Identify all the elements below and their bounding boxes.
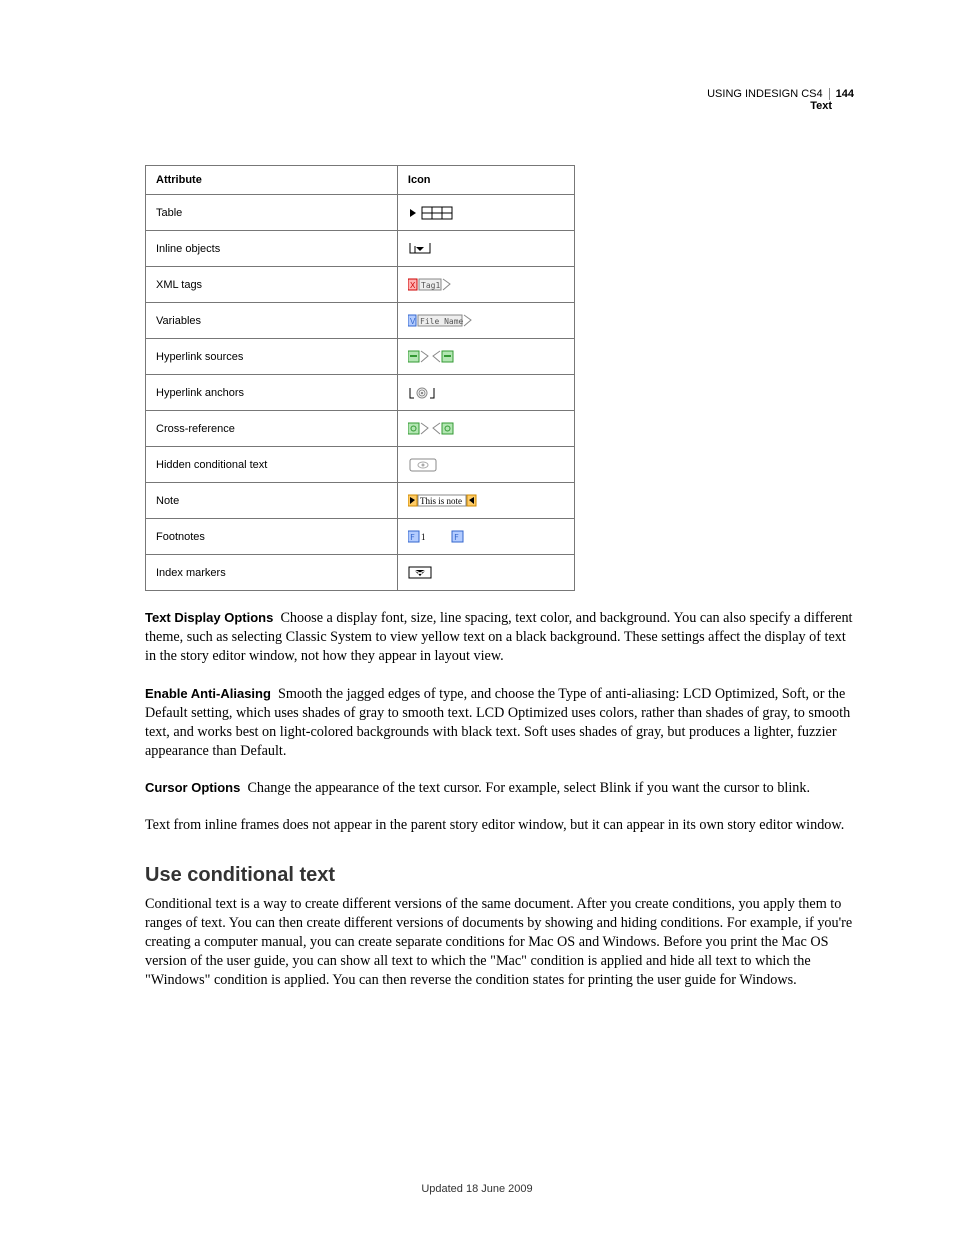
table-row: Variables V File Name: [146, 303, 575, 339]
page-number: 144: [829, 88, 854, 100]
footnotes-icon: F1F: [397, 519, 574, 555]
col-header-attribute: Attribute: [146, 166, 398, 195]
svg-text:1: 1: [421, 532, 426, 542]
hyperlink-sources-icon: [397, 339, 574, 375]
table-row: Hidden conditional text: [146, 447, 575, 483]
svg-text:X: X: [410, 281, 416, 290]
table-row: Inline objects: [146, 231, 575, 267]
note-icon: This is note: [397, 483, 574, 519]
svg-text:F: F: [410, 533, 415, 542]
table-row: Note This is note: [146, 483, 575, 519]
attr-label: Index markers: [146, 555, 398, 591]
xml-tags-icon: X Tag1: [397, 267, 574, 303]
attr-label: Hyperlink sources: [146, 339, 398, 375]
para-conditional-text: Conditional text is a way to create diff…: [145, 895, 854, 991]
hidden-conditional-icon: [397, 447, 574, 483]
variables-icon: V File Name: [397, 303, 574, 339]
heading-conditional-text: Use conditional text: [145, 864, 854, 887]
inline-objects-icon: [397, 231, 574, 267]
table-row: Cross-reference: [146, 411, 575, 447]
attr-label: Footnotes: [146, 519, 398, 555]
svg-text:This is note: This is note: [420, 496, 462, 506]
doc-title: USING INDESIGN CS4: [707, 88, 823, 100]
lead-cursor-options: Cursor Options: [145, 780, 240, 795]
svg-text:F: F: [454, 533, 459, 542]
table-icon: [397, 195, 574, 231]
attr-label: Cross-reference: [146, 411, 398, 447]
table-row: Index markers: [146, 555, 575, 591]
lead-anti-aliasing: Enable Anti-Aliasing: [145, 686, 271, 701]
page-header: USING INDESIGN CS4 144 Text: [707, 88, 854, 112]
para-cursor-options: Cursor Options Change the appearance of …: [145, 779, 854, 798]
attr-label: Table: [146, 195, 398, 231]
lead-text-display: Text Display Options: [145, 610, 273, 625]
table-row: Table: [146, 195, 575, 231]
attr-label: Note: [146, 483, 398, 519]
table-row: Hyperlink sources: [146, 339, 575, 375]
attr-label: Hyperlink anchors: [146, 375, 398, 411]
para-inline-frames: Text from inline frames does not appear …: [145, 816, 854, 835]
attr-label: XML tags: [146, 267, 398, 303]
col-header-icon: Icon: [397, 166, 574, 195]
section-name: Text: [707, 100, 854, 112]
attr-label: Inline objects: [146, 231, 398, 267]
para-anti-aliasing: Enable Anti-Aliasing Smooth the jagged e…: [145, 685, 854, 762]
attr-label: Hidden conditional text: [146, 447, 398, 483]
attr-label: Variables: [146, 303, 398, 339]
index-markers-icon: [397, 555, 574, 591]
svg-text:Tag1: Tag1: [421, 281, 440, 290]
svg-text:File Name: File Name: [420, 317, 464, 326]
table-row: XML tags X Tag1: [146, 267, 575, 303]
footer-updated: Updated 18 June 2009: [0, 1183, 954, 1195]
table-row: Footnotes F1F: [146, 519, 575, 555]
hyperlink-anchors-icon: [397, 375, 574, 411]
svg-text:V: V: [410, 317, 416, 326]
para-text-display: Text Display Options Choose a display fo…: [145, 609, 854, 667]
attributes-table: Attribute Icon Table Inline objects: [145, 165, 575, 591]
cross-reference-icon: [397, 411, 574, 447]
table-row: Hyperlink anchors: [146, 375, 575, 411]
